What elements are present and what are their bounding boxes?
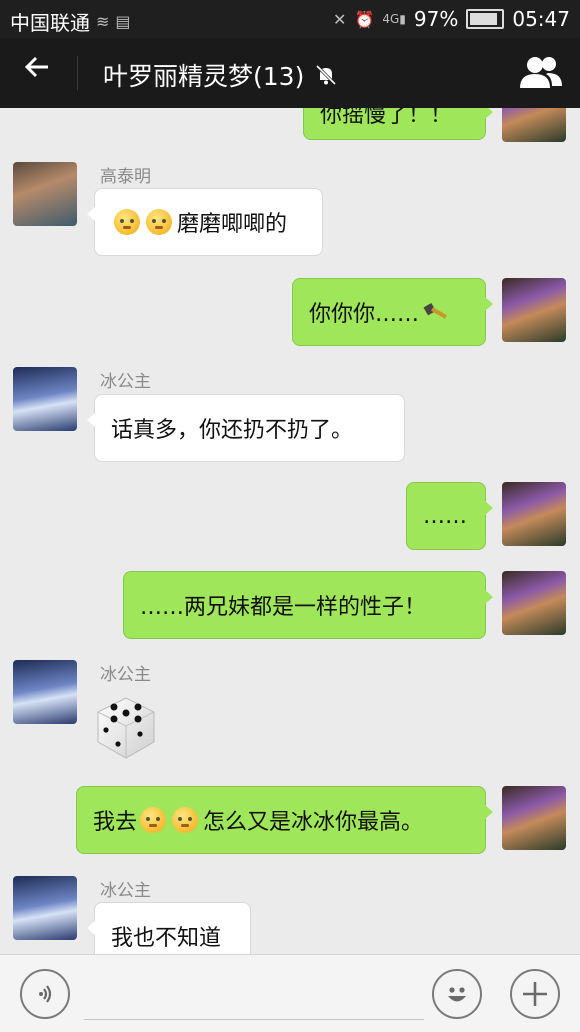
group-name: 叶罗丽精灵梦(13)	[103, 62, 305, 91]
shocked-emoji-icon	[172, 807, 199, 833]
hammer-icon	[423, 303, 447, 319]
alarm-icon: ⏰	[354, 9, 375, 29]
chat-header: 叶罗丽精灵梦(13)	[0, 38, 580, 108]
4g-signal-icon: 4G▮	[382, 12, 406, 26]
message-input[interactable]	[84, 975, 424, 1020]
message-bubble-outgoing[interactable]: 我去 怎么又是冰冰你最高。	[76, 786, 493, 854]
sender-name: 冰公主	[100, 665, 151, 685]
chat-title: 叶罗丽精灵梦(13)	[103, 57, 338, 93]
sender-name: 冰公主	[100, 881, 151, 901]
mute-vibrate-icon: ✕	[333, 9, 347, 29]
shocked-emoji-icon	[140, 807, 167, 833]
header-divider	[77, 56, 78, 90]
sender-name: 冰公主	[100, 372, 151, 392]
avatar-bing-gongzhu[interactable]	[13, 660, 77, 724]
avatar-bing-gongzhu[interactable]	[13, 367, 77, 431]
sweat-emoji-icon	[114, 209, 140, 235]
battery-label: 97%	[413, 7, 459, 31]
message-bubble-incoming[interactable]: 我也不知道	[87, 902, 251, 954]
message-bubble-outgoing[interactable]: ……	[406, 482, 493, 550]
message-bubble-outgoing[interactable]: 你你你……	[292, 278, 493, 346]
sweat-emoji-icon	[146, 209, 172, 235]
message-bubble-outgoing[interactable]: 你摇慢了！！	[303, 108, 493, 140]
emoji-face-icon[interactable]	[432, 969, 482, 1019]
avatar-self[interactable]	[502, 108, 566, 142]
group-members-icon[interactable]	[518, 54, 564, 90]
message-list[interactable]: 你摇慢了！！ 高泰明 磨磨唧唧的 你你你…… 冰公主 话真多，你还扔不扔了。 ……	[0, 108, 580, 954]
avatar-self[interactable]	[502, 786, 566, 850]
avatar-self[interactable]	[502, 278, 566, 342]
mute-bell-icon	[316, 64, 337, 86]
avatar-self[interactable]	[502, 482, 566, 546]
voice-icon[interactable]	[20, 969, 70, 1019]
avatar-bing-gongzhu[interactable]	[13, 876, 77, 940]
sd-card-icon: ▤	[115, 12, 131, 31]
battery-icon	[466, 9, 505, 29]
message-bubble-outgoing[interactable]: ……两兄妹都是一样的性子！	[123, 571, 493, 639]
clock: 05:47	[512, 7, 570, 31]
message-bubble-incoming[interactable]: 磨磨唧唧的	[87, 188, 323, 256]
signal-icon: ≋	[96, 12, 110, 31]
back-arrow-icon[interactable]	[22, 52, 52, 93]
carrier-label: 中国联通	[10, 11, 90, 35]
status-bar: 中国联通 ≋ ▤ ✕ ⏰ 4G▮ 97% 05:47	[0, 0, 580, 38]
dice-icon[interactable]	[92, 694, 160, 762]
avatar-self[interactable]	[502, 571, 566, 635]
sender-name: 高泰明	[100, 167, 151, 187]
message-bubble-incoming[interactable]: 话真多，你还扔不扔了。	[87, 394, 405, 462]
input-bar	[0, 954, 580, 1032]
avatar-gao-taiming[interactable]	[13, 162, 77, 226]
plus-icon[interactable]	[510, 969, 560, 1019]
